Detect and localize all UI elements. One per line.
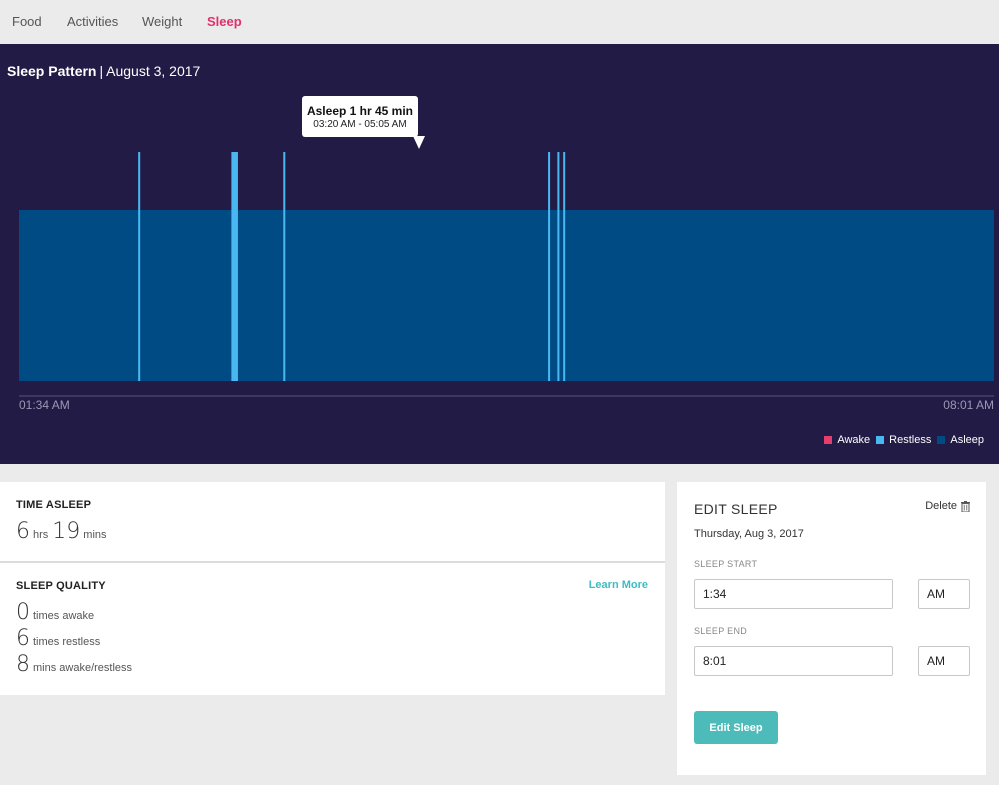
hours-unit: hrs	[33, 529, 49, 541]
asleep-band	[19, 210, 994, 381]
tab-weight[interactable]: Weight	[142, 14, 182, 29]
legend-label-restless: Restless	[889, 434, 932, 446]
tooltip-arrow	[413, 136, 425, 149]
quality-value: 0	[16, 600, 30, 625]
stats-divider	[0, 561, 665, 563]
x-axis-end-label: 08:01 AM	[943, 398, 994, 412]
x-axis-start-label: 01:34 AM	[19, 398, 70, 412]
restless-mark	[557, 152, 560, 381]
quality-label: mins awake/restless	[33, 662, 133, 674]
delete-label: Delete	[925, 500, 957, 512]
quality-label: times restless	[33, 636, 101, 648]
tab-activities[interactable]: Activities	[67, 14, 118, 29]
sleep-stats-card: TIME ASLEEP 6 hrs 19 mins SLEEP QUALITY …	[0, 482, 665, 695]
legend-item-asleep: Asleep	[937, 434, 984, 446]
sleep-start-time-input[interactable]	[694, 579, 893, 609]
sleep-end-ampm-select[interactable]	[918, 646, 970, 676]
sleep-quality-heading: SLEEP QUALITY	[16, 580, 106, 592]
restless-mark	[138, 152, 141, 381]
panel-date: August 3, 2017	[106, 63, 201, 79]
chart-legend: Awake Restless Asleep	[818, 434, 984, 446]
delete-button[interactable]: Delete	[925, 500, 970, 512]
quality-row-restless: 6 times restless	[16, 626, 100, 651]
edit-sleep-card: EDIT SLEEP Delete Thursday, Aug 3, 2017 …	[677, 482, 986, 775]
legend-label-awake: Awake	[837, 434, 871, 446]
learn-more-link[interactable]: Learn More	[589, 579, 648, 591]
quality-row-awake-restless: 8 mins awake/restless	[16, 652, 132, 677]
quality-label: times awake	[33, 610, 95, 622]
minutes-unit: mins	[83, 529, 107, 541]
sleep-start-ampm-select[interactable]	[918, 579, 970, 609]
edit-sleep-button[interactable]: Edit Sleep	[694, 711, 778, 744]
tab-sleep[interactable]: Sleep	[207, 14, 242, 29]
trash-icon	[961, 500, 970, 512]
top-nav: Food Activities Weight Sleep	[0, 0, 999, 44]
edit-sleep-title: EDIT SLEEP	[694, 501, 778, 517]
sleep-end-time-input[interactable]	[694, 646, 893, 676]
quality-value: 6	[16, 626, 30, 651]
restless-mark	[283, 152, 286, 381]
sleep-start-label: SLEEP START	[694, 559, 758, 569]
panel-title-text: Sleep Pattern	[7, 63, 97, 79]
sleep-end-label: SLEEP END	[694, 626, 748, 636]
restless-mark	[548, 152, 551, 381]
quality-row-awake: 0 times awake	[16, 600, 94, 625]
legend-swatch-restless	[876, 436, 885, 444]
restless-mark	[231, 152, 238, 381]
legend-swatch-awake	[824, 436, 833, 444]
edit-sleep-date: Thursday, Aug 3, 2017	[694, 528, 804, 540]
time-asleep-value: 6 hrs 19 mins	[16, 519, 107, 544]
minutes-value: 19	[52, 519, 81, 544]
hours-value: 6	[16, 519, 30, 544]
chart-tooltip: Asleep 1 hr 45 min 03:20 AM - 05:05 AM	[302, 96, 425, 149]
legend-item-restless: Restless	[876, 434, 931, 446]
legend-item-awake: Awake	[824, 434, 870, 446]
tab-food[interactable]: Food	[12, 14, 42, 29]
panel-title-separator: |	[99, 63, 104, 79]
legend-label-asleep: Asleep	[950, 434, 984, 446]
tooltip-range: 03:20 AM - 05:05 AM	[313, 119, 407, 130]
sleep-pattern-panel: Sleep Pattern | August 3, 2017 Asleep 1 hr…	[0, 44, 999, 464]
quality-value: 8	[16, 652, 30, 677]
tooltip-title: Asleep 1 hr 45 min	[306, 104, 414, 118]
sleep-chart	[19, 152, 994, 397]
panel-title: Sleep Pattern | August 3, 2017	[7, 63, 200, 79]
time-asleep-heading: TIME ASLEEP	[16, 499, 92, 511]
restless-mark	[563, 152, 566, 381]
legend-swatch-asleep	[937, 436, 946, 444]
